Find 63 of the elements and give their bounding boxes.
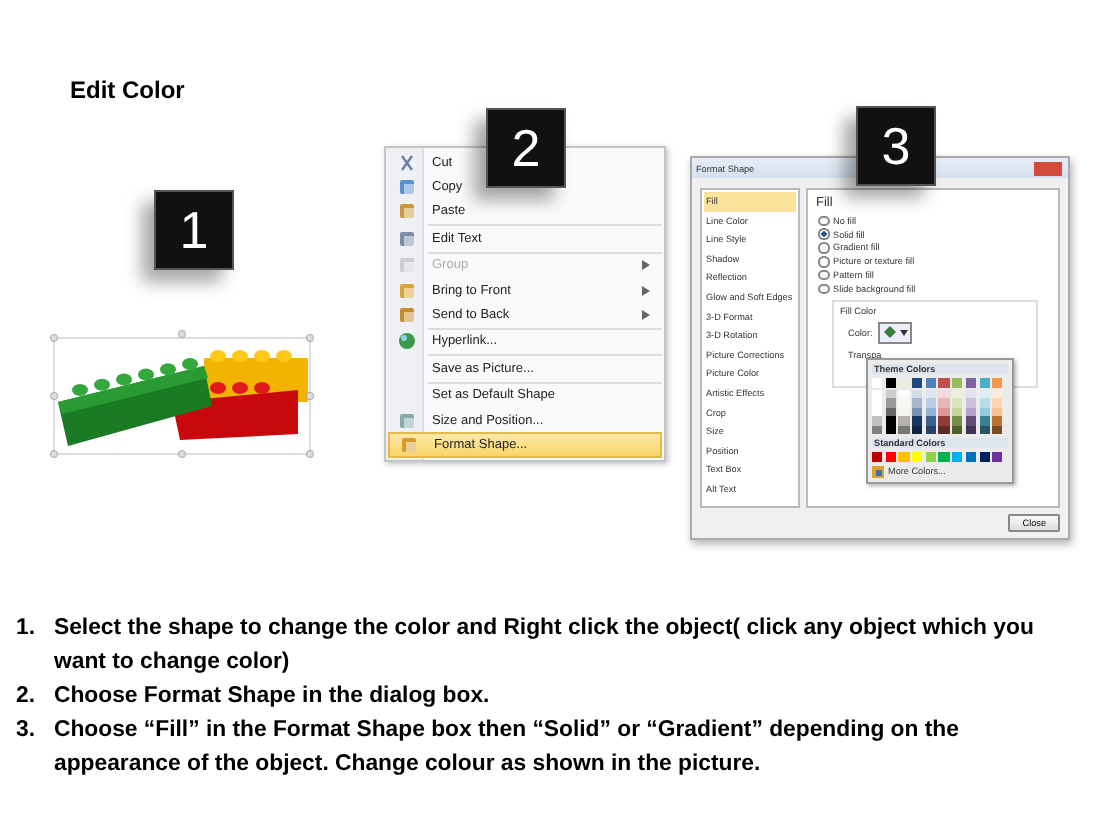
submenu-arrow-icon bbox=[642, 260, 650, 271]
color-shade-column[interactable] bbox=[938, 389, 950, 434]
color-shade-column[interactable] bbox=[872, 389, 883, 434]
radio-button[interactable] bbox=[818, 242, 829, 254]
color-swatch[interactable] bbox=[965, 452, 977, 461]
color-swatch[interactable] bbox=[885, 452, 896, 461]
square-icon bbox=[400, 435, 418, 454]
square-icon bbox=[398, 202, 416, 221]
color-swatch[interactable] bbox=[992, 452, 1003, 461]
submenu-arrow-icon bbox=[642, 310, 650, 321]
color-swatch[interactable] bbox=[979, 452, 990, 461]
color-swatch[interactable] bbox=[912, 378, 923, 387]
palette-icon bbox=[872, 465, 884, 477]
slide-title: Edit Color bbox=[68, 74, 187, 106]
color-shade-column[interactable] bbox=[898, 389, 910, 434]
color-swatch[interactable] bbox=[992, 378, 1003, 387]
color-swatch[interactable] bbox=[979, 378, 990, 387]
color-swatch[interactable] bbox=[952, 452, 963, 461]
color-swatch[interactable] bbox=[872, 378, 883, 387]
globe-icon bbox=[398, 332, 416, 351]
step-number: 3. bbox=[16, 716, 37, 746]
radio-button[interactable] bbox=[818, 269, 829, 281]
step-number-badge: 2 bbox=[486, 108, 566, 188]
color-shade-column[interactable] bbox=[952, 389, 963, 434]
instruction-text: Choose Format Shape in the dialog box. bbox=[54, 682, 492, 712]
color-shade-column[interactable] bbox=[912, 389, 923, 434]
step-number-badge: 3 bbox=[856, 106, 936, 186]
color-swatch[interactable] bbox=[872, 452, 883, 461]
square-icon bbox=[398, 411, 416, 430]
radio-button[interactable] bbox=[818, 256, 829, 268]
close-icon[interactable] bbox=[1034, 161, 1062, 175]
square-icon bbox=[398, 306, 416, 325]
color-swatch[interactable] bbox=[898, 378, 910, 387]
square-icon bbox=[398, 256, 416, 275]
color-swatch[interactable] bbox=[938, 378, 950, 387]
submenu-arrow-icon bbox=[642, 285, 650, 296]
caret-icon bbox=[900, 329, 909, 336]
scissors-icon bbox=[398, 153, 416, 172]
step-number: 2. bbox=[16, 682, 37, 712]
square-icon bbox=[398, 281, 416, 300]
square-icon bbox=[398, 178, 416, 197]
instruction-text: Choose “Fill” in the Format Shape box then “Solid” or “Gradient” depending on the appearance of the object. Change colour as shown in the picture. bbox=[54, 716, 961, 780]
color-shade-column[interactable] bbox=[925, 389, 937, 434]
radio-button[interactable] bbox=[818, 215, 829, 227]
color-swatch[interactable] bbox=[898, 452, 910, 461]
radio-button[interactable] bbox=[818, 228, 829, 240]
color-picker-button[interactable] bbox=[878, 321, 913, 344]
step-number: 1. bbox=[16, 614, 37, 644]
color-shade-column[interactable] bbox=[992, 389, 1003, 434]
step-number-badge: 1 bbox=[154, 190, 234, 270]
instruction-text: Select the shape to change the color and Right click the object( click any object which you want to change color) bbox=[54, 614, 1036, 678]
square-icon bbox=[398, 229, 416, 248]
radio-button[interactable] bbox=[818, 283, 829, 295]
color-shade-column[interactable] bbox=[965, 389, 977, 434]
color-swatch[interactable] bbox=[965, 378, 977, 387]
color-swatch[interactable] bbox=[925, 378, 937, 387]
color-swatch[interactable] bbox=[952, 378, 963, 387]
color-shade-column[interactable] bbox=[979, 389, 990, 434]
color-swatch[interactable] bbox=[912, 452, 923, 461]
color-swatch[interactable] bbox=[938, 452, 950, 461]
color-shade-column[interactable] bbox=[885, 389, 896, 434]
color-swatch[interactable] bbox=[885, 378, 896, 387]
color-swatch[interactable] bbox=[925, 452, 937, 461]
